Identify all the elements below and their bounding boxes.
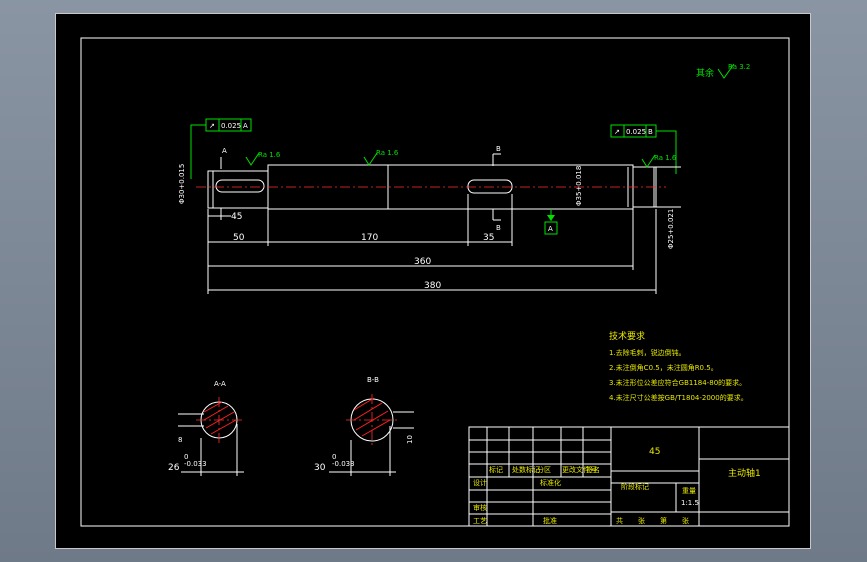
- svg-text:工艺: 工艺: [473, 517, 487, 525]
- tech-req-item: 4.未注尺寸公差按GB/T1804-2000的要求。: [609, 393, 748, 402]
- dim-360: 360: [414, 257, 431, 267]
- svg-text:阶段标记: 阶段标记: [621, 482, 649, 491]
- tech-req-item: 3.未注形位公差应符合GB1184-80的要求。: [609, 378, 746, 387]
- keyway-left: [215, 179, 265, 193]
- svg-text:审核: 审核: [473, 503, 487, 512]
- svg-text:↗: ↗: [614, 128, 620, 136]
- cad-viewport[interactable]: 其余 Ra 3.2 ↗ 0.025 A ↗ 0.025 B Ra 1.6 Ra …: [55, 13, 811, 549]
- dim-170: 170: [361, 233, 378, 243]
- title-part-name: 主动轴1: [728, 467, 761, 479]
- dim-50: 50: [233, 233, 245, 243]
- section-aa-height: 26: [168, 463, 180, 473]
- svg-text:A: A: [243, 122, 248, 130]
- section-aa-width: 8: [178, 436, 182, 444]
- roughness-left: Ra 1.6: [258, 151, 281, 159]
- keyway-mid: [467, 179, 513, 194]
- roughness-general-value: Ra 3.2: [728, 63, 750, 71]
- svg-text:分区: 分区: [537, 465, 551, 474]
- svg-text:共: 共: [616, 516, 623, 525]
- tech-req-item: 2.未注倒角C0.5，未注圆角R0.5。: [609, 363, 718, 372]
- svg-text:-0.033: -0.033: [184, 460, 207, 468]
- section-b-top: B: [496, 145, 501, 153]
- title-mark: 标记: [489, 465, 503, 474]
- svg-text:张: 张: [682, 516, 689, 525]
- svg-text:标准化: 标准化: [540, 478, 561, 487]
- roughness-general-prefix: 其余: [696, 67, 714, 79]
- svg-text:第: 第: [660, 516, 667, 525]
- section-a-top: A: [222, 147, 227, 155]
- section-bb-width: 10: [406, 435, 414, 444]
- svg-text:↗: ↗: [209, 122, 215, 130]
- svg-text:0.025: 0.025: [221, 122, 241, 130]
- svg-text:设计: 设计: [473, 478, 487, 487]
- svg-text:张: 张: [638, 516, 645, 525]
- tech-req-item: 1.去除毛刺，锐边倒钝。: [609, 348, 686, 357]
- dim-left-diameter: Φ30+0.015: [178, 164, 186, 204]
- dim-380: 380: [424, 281, 441, 291]
- title-material: 45: [649, 447, 660, 457]
- section-bb-height: 30: [314, 463, 326, 473]
- datum-triangle-icon: [547, 215, 555, 221]
- dim-35: 35: [483, 233, 494, 243]
- tol-frame-left: ↗ 0.025 A: [190, 118, 252, 179]
- dim-chamfer: 45: [231, 212, 242, 222]
- dim-mid-diameter: Φ35+0.018: [575, 166, 583, 206]
- section-aa-label: A-A: [214, 380, 226, 388]
- tech-req-title: 技术要求: [609, 330, 645, 342]
- drawing-canvas[interactable]: 其余 Ra 3.2 ↗ 0.025 A ↗ 0.025 B Ra 1.6 Ra …: [56, 14, 812, 550]
- svg-text:批准: 批准: [543, 516, 557, 525]
- datum-a-label: A: [548, 225, 553, 233]
- svg-text:B: B: [648, 128, 653, 136]
- section-b-bottom: B: [496, 224, 501, 232]
- dim-right-diameter: Φ25+0.021: [667, 209, 675, 249]
- svg-text:重量: 重量: [682, 487, 696, 495]
- title-scale: 1:1.5: [681, 499, 699, 507]
- roughness-mid: Ra 1.6: [376, 149, 399, 157]
- svg-text:签名: 签名: [586, 465, 600, 474]
- roughness-right: Ra 1.6: [654, 154, 677, 162]
- svg-text:0.025: 0.025: [626, 128, 646, 136]
- section-bb-label: B-B: [367, 376, 379, 384]
- svg-text:处数: 处数: [512, 465, 526, 474]
- svg-text:-0.033: -0.033: [332, 460, 355, 468]
